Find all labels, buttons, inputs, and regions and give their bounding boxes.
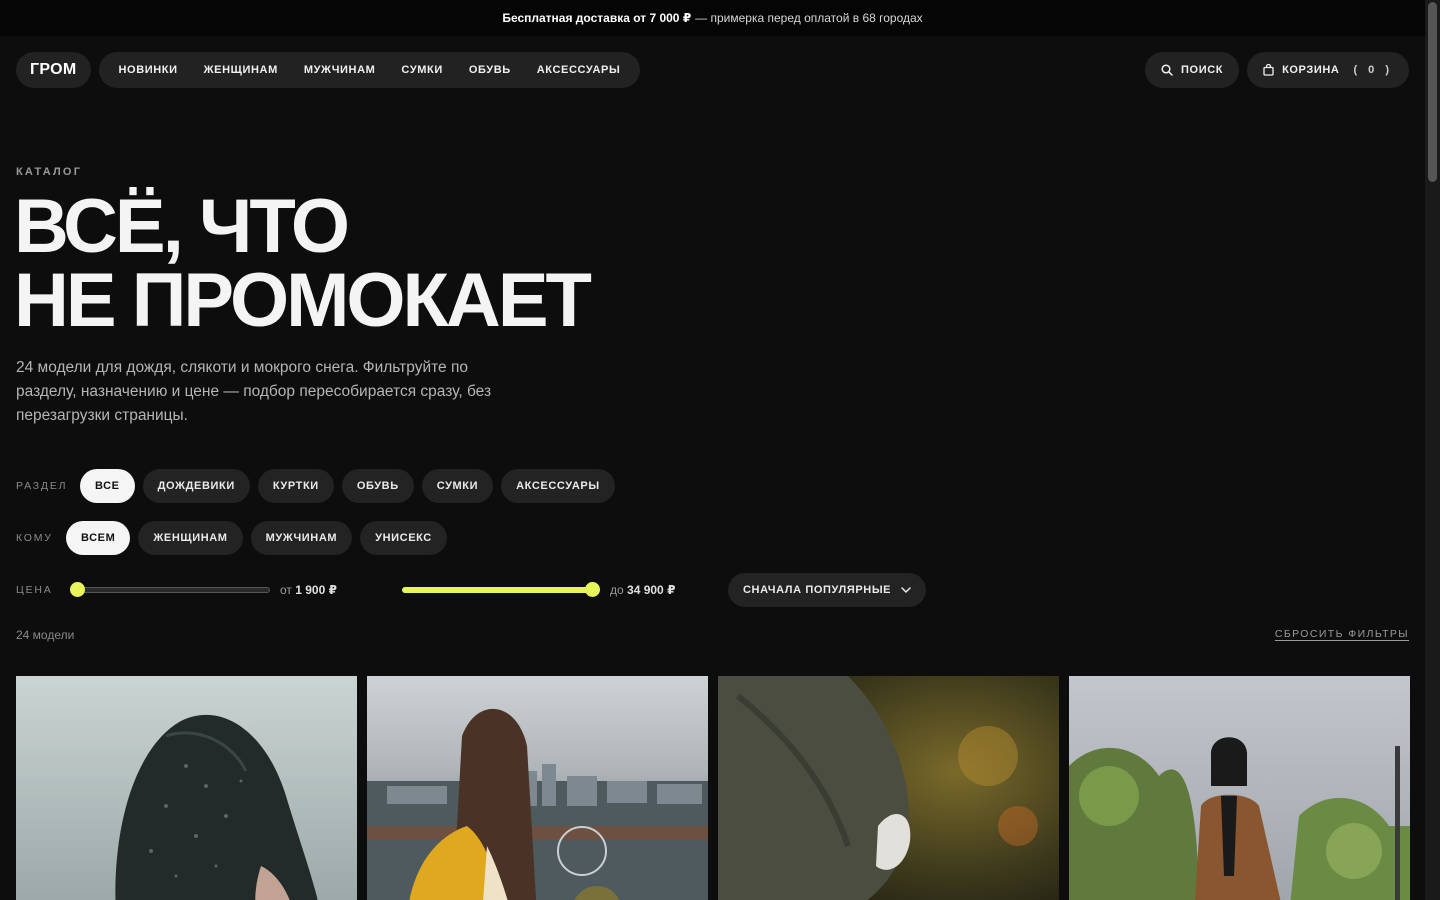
announcement-highlight: Бесплатная доставка от 7 000 ₽ — [502, 11, 692, 25]
menu-item-women[interactable]: ЖЕНЩИНАМ — [191, 64, 291, 76]
bag-icon — [1263, 64, 1274, 76]
product-image-yellow-raincoat — [367, 676, 708, 900]
price-filter: ЦЕНА от 1 900 ₽ до 34 900 ₽ СНАЧАЛА ПОПУ… — [16, 573, 936, 607]
menu-item-accessories[interactable]: АКСЕССУАРЫ — [524, 64, 634, 76]
section-filter: РАЗДЕЛ ВСЕ ДОЖДЕВИКИ КУРТКИ ОБУВЬ СУМКИ … — [16, 469, 623, 503]
announcement-bar: Бесплатная доставка от 7 000 ₽ — примерк… — [0, 0, 1425, 36]
catalog-description: 24 модели для дождя, слякоти и мокрого с… — [16, 359, 492, 424]
page-scrollbar[interactable] — [1425, 0, 1440, 900]
header-actions: ПОИСК КОРЗИНА ( 0 ) — [1145, 52, 1409, 88]
product-card-4[interactable] — [1069, 676, 1410, 900]
catalog-eyebrow: КАТАЛОГ — [16, 166, 83, 178]
search-button[interactable]: ПОИСК — [1145, 52, 1240, 88]
chip-section-bags[interactable]: СУМКИ — [421, 469, 494, 503]
search-icon — [1161, 64, 1173, 76]
chip-audience-women[interactable]: ЖЕНЩИНАМ — [138, 521, 243, 555]
main-nav: ГРОМ НОВИНКИ ЖЕНЩИНАМ МУЖЧИНАМ СУМКИ ОБУ… — [16, 52, 641, 88]
chip-section-jackets[interactable]: КУРТКИ — [257, 469, 334, 503]
product-image-olive-jacket — [718, 676, 1059, 900]
reset-filters-link[interactable]: СБРОСИТЬ ФИЛЬТРЫ — [1275, 628, 1409, 640]
price-min-value: 1 900 ₽ — [295, 583, 337, 597]
product-image-brown-coat — [1069, 676, 1410, 900]
price-max-handle[interactable] — [585, 582, 600, 597]
price-max-prefix: до — [610, 583, 624, 597]
product-card-2[interactable] — [367, 676, 708, 900]
price-min-slider[interactable] — [78, 587, 270, 593]
category-menu: НОВИНКИ ЖЕНЩИНАМ МУЖЧИНАМ СУМКИ ОБУВЬ АК… — [98, 52, 641, 88]
chip-audience-all[interactable]: ВСЕМ — [66, 521, 131, 555]
page-title-line-2: НЕ ПРОМОКАЕТ — [14, 258, 592, 343]
cart-button[interactable]: КОРЗИНА ( 0 ) — [1247, 52, 1409, 88]
announcement-text: — примерка перед оплатой в 68 городах — [695, 11, 923, 25]
chip-section-all[interactable]: ВСЕ — [80, 469, 135, 503]
audience-filter: КОМУ ВСЕМ ЖЕНЩИНАМ МУЖЧИНАМ УНИСЕКС — [16, 521, 455, 555]
sort-label: СНАЧАЛА ПОПУЛЯРНЫЕ — [743, 584, 892, 596]
menu-item-bags[interactable]: СУМКИ — [388, 64, 455, 76]
results-count: 24 модели — [16, 628, 75, 642]
chip-audience-men[interactable]: МУЖЧИНАМ — [250, 521, 353, 555]
menu-item-shoes[interactable]: ОБУВЬ — [456, 64, 524, 76]
price-min-prefix: от — [280, 583, 292, 597]
chip-audience-unisex[interactable]: УНИСЕКС — [360, 521, 447, 555]
price-min-handle[interactable] — [70, 582, 85, 597]
chip-section-accessories[interactable]: АКСЕССУАРЫ — [501, 469, 615, 503]
product-card-3[interactable] — [718, 676, 1059, 900]
chevron-down-icon — [901, 587, 911, 593]
price-max-value: 34 900 ₽ — [627, 583, 676, 597]
product-image-hooded-raincoat — [16, 676, 357, 900]
product-grid — [16, 676, 1410, 900]
audience-filter-label: КОМУ — [16, 532, 53, 544]
price-min-readout: от 1 900 ₽ — [280, 583, 337, 597]
chip-section-shoes[interactable]: ОБУВЬ — [341, 469, 414, 503]
price-max-slider[interactable] — [402, 587, 596, 593]
product-card-1[interactable] — [16, 676, 357, 900]
menu-item-men[interactable]: МУЖЧИНАМ — [291, 64, 389, 76]
page-title-line-1: ВСЁ, ЧТО — [14, 184, 350, 269]
brand-logo[interactable]: ГРОМ — [16, 52, 91, 88]
menu-item-new[interactable]: НОВИНКИ — [106, 64, 191, 76]
section-filter-label: РАЗДЕЛ — [16, 480, 68, 492]
cart-label: КОРЗИНА — [1282, 64, 1340, 76]
cart-count: ( 0 ) — [1353, 64, 1393, 76]
page-title: ВСЁ, ЧТО НЕ ПРОМОКАЕТ — [14, 184, 734, 343]
scrollbar-thumb[interactable] — [1428, 2, 1437, 182]
chip-section-raincoats[interactable]: ДОЖДЕВИКИ — [142, 469, 250, 503]
search-label: ПОИСК — [1181, 64, 1224, 76]
sort-dropdown[interactable]: СНАЧАЛА ПОПУЛЯРНЫЕ — [728, 573, 927, 607]
price-max-readout: до 34 900 ₽ — [610, 583, 675, 597]
